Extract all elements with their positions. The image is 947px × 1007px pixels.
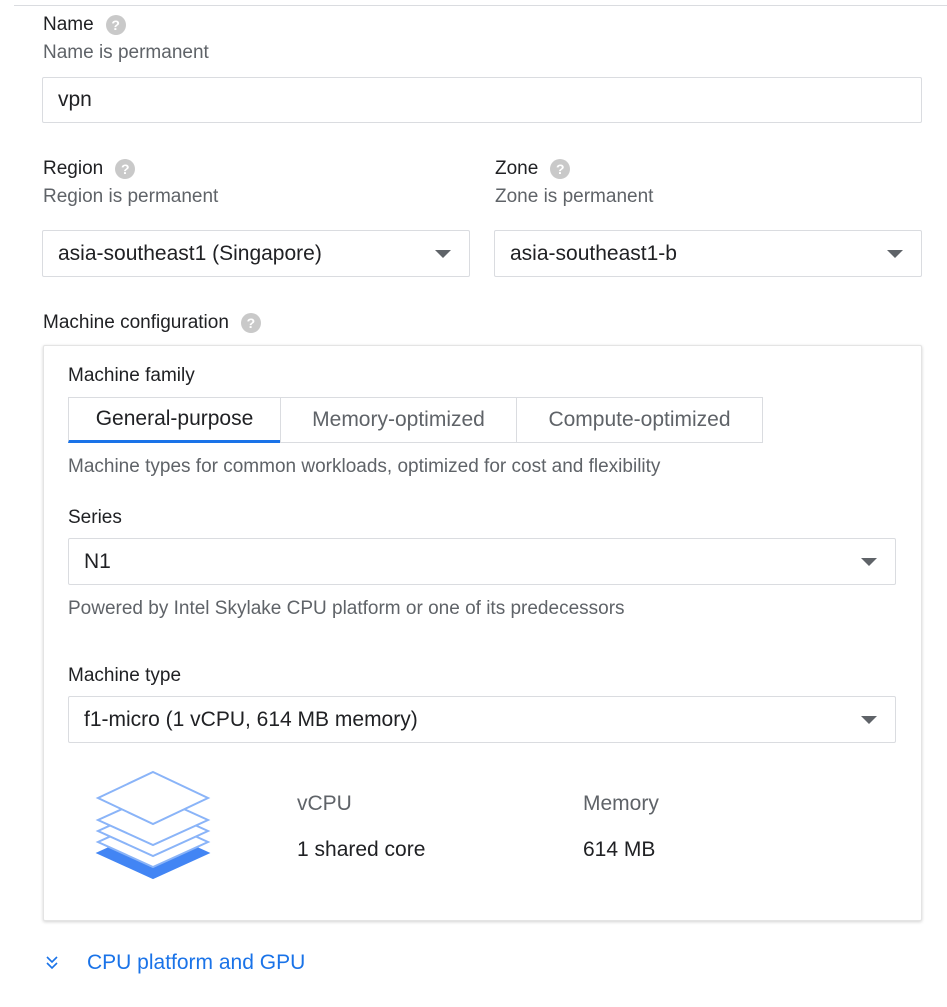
name-label: Name ? <box>43 14 126 36</box>
help-icon[interactable]: ? <box>550 159 571 179</box>
name-hint: Name is permanent <box>43 42 209 63</box>
dropdown-arrow-icon <box>861 715 877 724</box>
help-icon[interactable]: ? <box>105 15 126 35</box>
cpu-platform-gpu-expander[interactable]: CPU platform and GPU <box>45 951 305 975</box>
region-select[interactable]: asia-southeast1 (Singapore) <box>42 230 470 277</box>
machine-configuration-label-text: Machine configuration <box>43 312 229 333</box>
machine-family-description: Machine types for common workloads, opti… <box>68 456 661 477</box>
zone-label: Zone ? <box>495 158 571 180</box>
help-icon[interactable]: ? <box>115 159 136 179</box>
machine-configuration-label: Machine configuration ? <box>43 312 261 334</box>
name-input[interactable]: vpn <box>42 77 922 123</box>
region-hint: Region is permanent <box>43 186 219 207</box>
zone-hint: Zone is permanent <box>495 186 654 207</box>
double-chevron-down-icon <box>46 956 58 970</box>
series-description: Powered by Intel Skylake CPU platform or… <box>68 598 625 619</box>
zone-label-text: Zone <box>495 158 539 179</box>
machine-type-label: Machine type <box>68 665 182 686</box>
help-icon[interactable]: ? <box>240 313 261 333</box>
region-label-text: Region <box>43 158 104 179</box>
tab-memory-optimized[interactable]: Memory-optimized <box>280 397 517 443</box>
tab-label: Compute-optimized <box>548 408 731 431</box>
memory-value: 614 MB <box>583 838 656 861</box>
machine-type-select-value: f1-micro (1 vCPU, 614 MB memory) <box>84 707 418 731</box>
dropdown-arrow-icon <box>435 249 451 258</box>
tab-label: Memory-optimized <box>312 408 485 431</box>
machine-type-select[interactable]: f1-micro (1 vCPU, 614 MB memory) <box>68 696 896 743</box>
dropdown-arrow-icon <box>887 249 903 258</box>
machine-layers-icon <box>95 770 211 880</box>
region-select-value: asia-southeast1 (Singapore) <box>58 241 322 265</box>
series-label: Series <box>68 507 122 528</box>
vcpu-value: 1 shared core <box>297 838 426 861</box>
zone-select-value: asia-southeast1-b <box>510 241 677 265</box>
name-label-text: Name <box>43 14 94 35</box>
series-select-value: N1 <box>84 549 111 573</box>
tab-general-purpose[interactable]: General-purpose <box>68 397 281 443</box>
series-select[interactable]: N1 <box>68 538 896 585</box>
vcpu-label: vCPU <box>297 792 352 815</box>
expander-label: CPU platform and GPU <box>87 951 306 974</box>
name-input-value: vpn <box>58 88 92 111</box>
tab-compute-optimized[interactable]: Compute-optimized <box>516 397 763 443</box>
machine-family-label: Machine family <box>68 365 195 386</box>
zone-select[interactable]: asia-southeast1-b <box>494 230 922 277</box>
top-divider <box>14 5 947 6</box>
region-label: Region ? <box>43 158 136 180</box>
memory-label: Memory <box>583 792 659 815</box>
tab-label: General-purpose <box>95 407 254 430</box>
dropdown-arrow-icon <box>861 557 877 566</box>
